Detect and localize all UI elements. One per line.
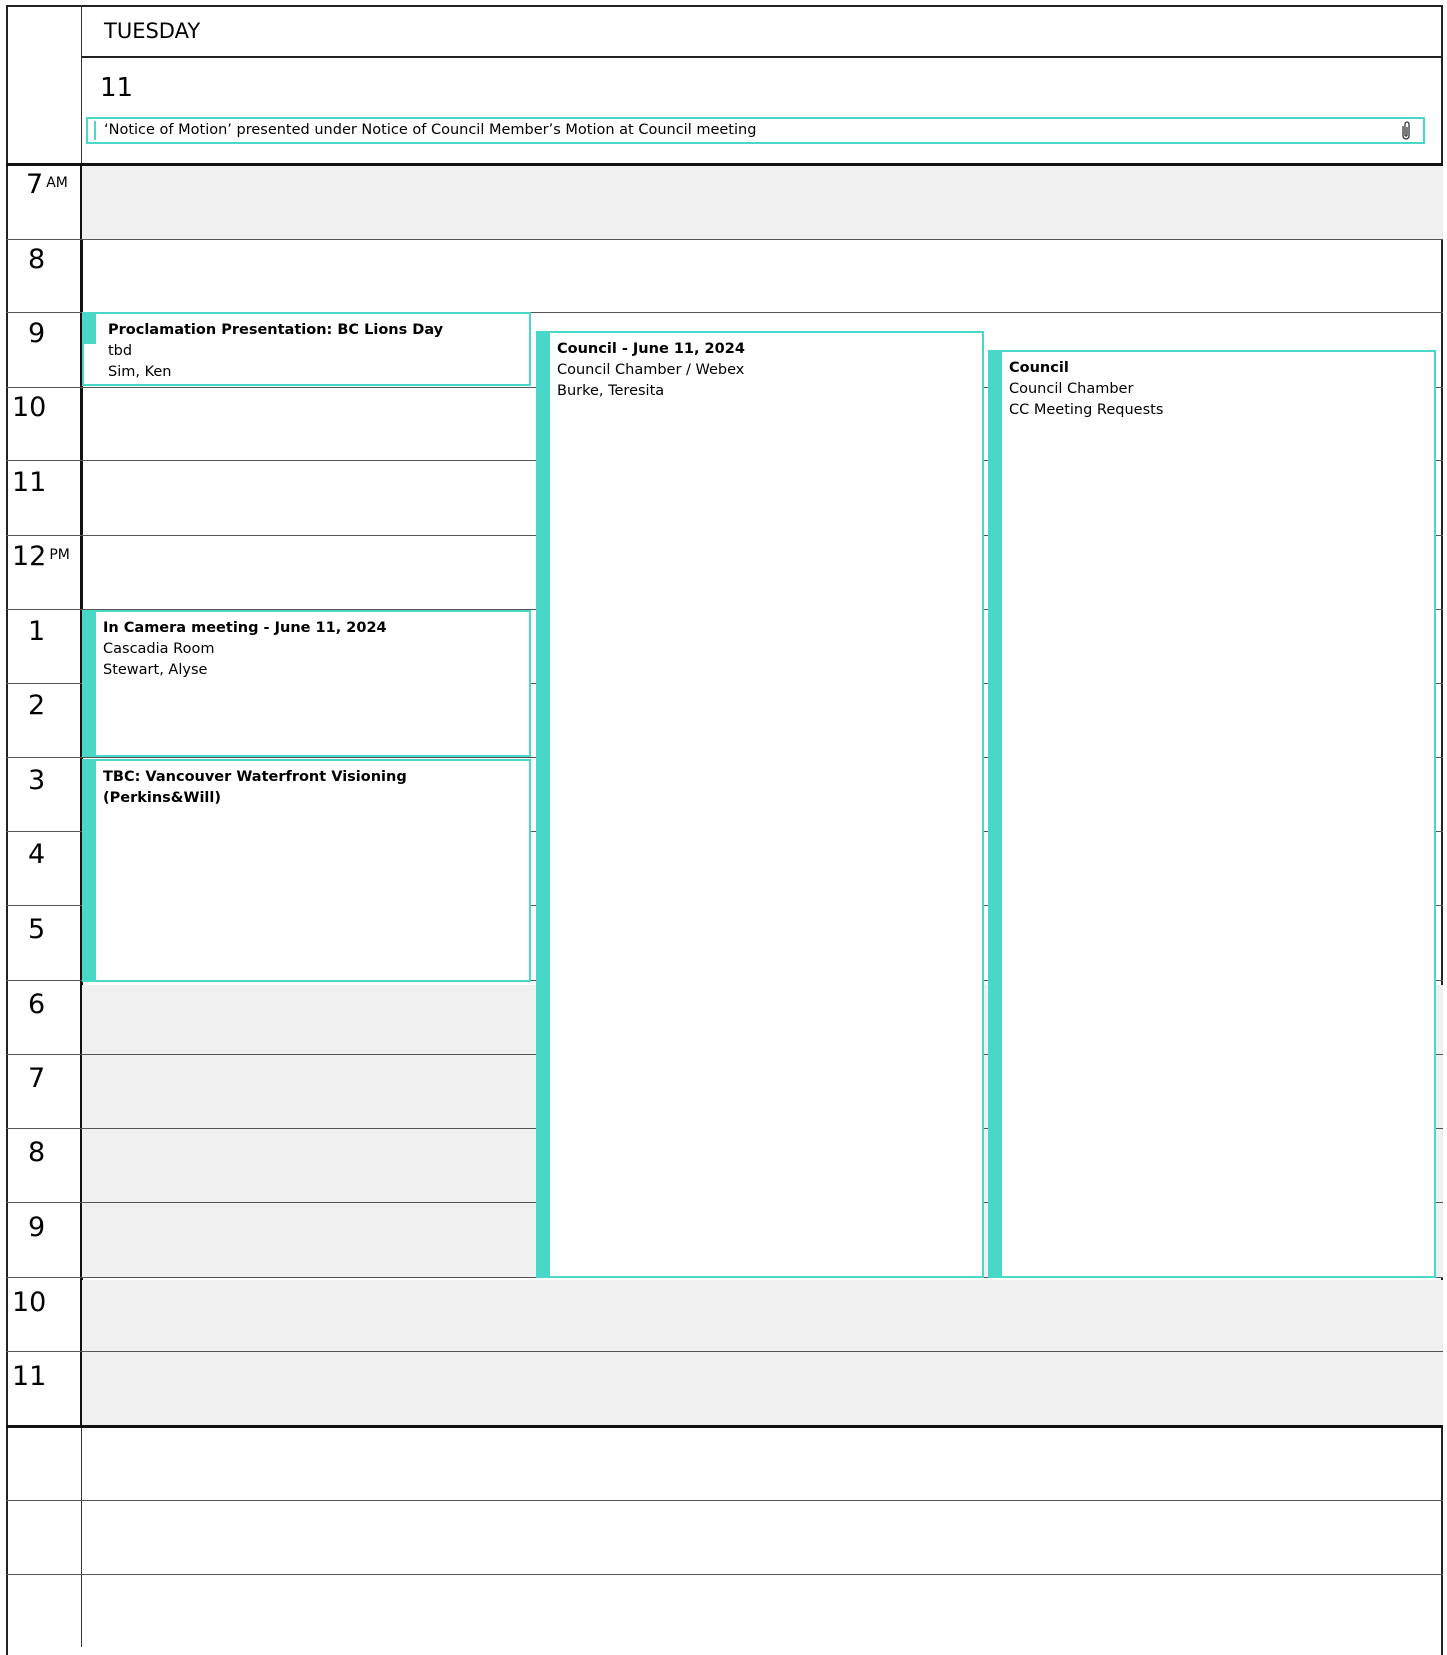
hour-label-4pm: 4 (28, 839, 46, 870)
off-hours-band (82, 166, 1443, 239)
all-day-event-marker (94, 121, 96, 140)
hour-label-8pm: 8 (28, 1137, 46, 1168)
event-tbc-vancouver-waterfront-visioning[interactable]: TBC: Vancouver Waterfront Visioning (Per… (82, 759, 531, 982)
event-title: In Camera meeting - June 11, 2024 (103, 620, 387, 636)
hour-label-3pm: 3 (28, 765, 46, 796)
day-name: TUESDAY (104, 19, 201, 43)
event-location: Council Chamber / Webex (557, 362, 745, 378)
event-accent-bar (538, 333, 550, 1276)
event-location: Council Chamber (1009, 381, 1134, 397)
hour-label-5pm: 5 (28, 914, 46, 945)
hour-label-8am: 8 (28, 244, 46, 275)
event-organizer: CC Meeting Requests (1009, 402, 1164, 418)
hour-label-12pm: 12 PM (12, 541, 70, 572)
hour-label-9pm: 9 (28, 1212, 46, 1243)
event-title: Council (1009, 360, 1069, 376)
hour-line (6, 1574, 1443, 1575)
hour-label-1pm: 1 (28, 616, 46, 647)
hour-label-7pm: 7 (28, 1063, 46, 1094)
event-in-camera-meeting[interactable]: In Camera meeting - June 11, 2024 Cascad… (82, 610, 531, 757)
paperclip-icon[interactable] (1399, 120, 1413, 142)
hour-label-10pm: 10 (12, 1287, 47, 1318)
hour-line (6, 239, 1443, 240)
event-accent-bar (84, 612, 96, 755)
event-organizer: Sim, Ken (108, 364, 172, 380)
event-proclamation-bc-lions-day[interactable]: Proclamation Presentation: BC Lions Day … (82, 312, 531, 386)
hour-label-7am: 7 AM (26, 169, 68, 200)
all-day-event-title: ‘Notice of Motion’ presented under Notic… (104, 122, 757, 138)
hour-label-11pm: 11 (12, 1361, 47, 1392)
hour-label-9am: 9 (28, 318, 46, 349)
event-organizer: Burke, Teresita (557, 383, 665, 399)
hour-label-2pm: 2 (28, 690, 46, 721)
event-council[interactable]: Council Council Chamber CC Meeting Reque… (988, 350, 1436, 1278)
hour-line (6, 1500, 1443, 1501)
event-accent-bar (84, 761, 96, 980)
hour-line (6, 1351, 1443, 1352)
off-hours-band (82, 1280, 1443, 1426)
event-accent-bar (84, 314, 96, 344)
all-day-event[interactable]: ‘Notice of Motion’ presented under Notic… (86, 117, 1425, 144)
event-location: Cascadia Room (103, 641, 215, 657)
event-title: Council - June 11, 2024 (557, 341, 745, 357)
grid-bottom-border (6, 1425, 1443, 1428)
header-divider (81, 56, 1443, 58)
hour-label-11am: 11 (12, 467, 47, 498)
event-title: TBC: Vancouver Waterfront Visioning (Per… (103, 769, 407, 806)
event-organizer: Stewart, Alyse (103, 662, 208, 678)
event-accent-bar (990, 352, 1002, 1276)
date-number[interactable]: 11 (100, 73, 133, 103)
event-title: Proclamation Presentation: BC Lions Day (108, 322, 444, 338)
hour-label-10am: 10 (12, 392, 47, 423)
event-council-june-11-2024[interactable]: Council - June 11, 2024 Council Chamber … (536, 331, 984, 1278)
event-location: tbd (108, 343, 133, 359)
hour-label-6pm: 6 (28, 989, 46, 1020)
